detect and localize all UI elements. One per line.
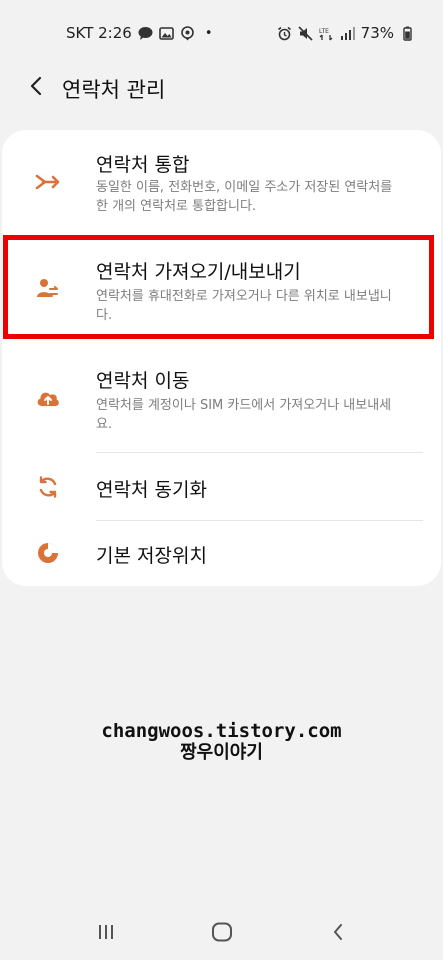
watermark-name: 짱우이야기: [180, 742, 263, 763]
settings-card: 연락처 통합 동일한 이름, 전화번호, 이메일 주소가 저장된 연락처를 한 …: [2, 130, 441, 586]
item-title: 연락처 통합: [96, 154, 190, 176]
item-desc: 동일한 이름, 전화번호, 이메일 주소가 저장된 연락처를 한 개의 연락처로…: [96, 180, 393, 214]
item-title: 연락처 이동: [96, 370, 190, 392]
alarm-icon: [277, 26, 292, 41]
app-bar: 연락처 관리: [0, 66, 443, 110]
cloud-upload-icon: [34, 384, 62, 412]
recent-apps-button[interactable]: [88, 918, 124, 950]
watermark-url: changwoos.tistory.com: [101, 720, 342, 742]
back-button[interactable]: [22, 74, 50, 102]
home-button[interactable]: [204, 918, 240, 950]
recent-apps-icon: [96, 923, 116, 945]
status-right: LTE 73%: [277, 24, 415, 42]
merge-icon: [34, 168, 62, 196]
svg-text:LTE: LTE: [319, 28, 329, 35]
default-storage-item[interactable]: 기본 저장위치: [2, 521, 441, 586]
merge-contacts-item[interactable]: 연락처 통합 동일한 이름, 전화번호, 이메일 주소가 저장된 연락처를 한 …: [2, 130, 441, 232]
storage-icon: [34, 539, 62, 567]
location-icon: [180, 25, 195, 41]
sync-contacts-item[interactable]: 연락처 동기화: [2, 453, 441, 521]
carrier-time: SKT 2:26: [66, 24, 132, 42]
watermark: changwoos.tistory.com 짱우이야기: [0, 720, 443, 764]
item-title: 기본 저장위치: [96, 545, 207, 567]
mute-icon: [298, 25, 313, 41]
navigation-bar: [0, 906, 443, 960]
item-title: 연락처 동기화: [96, 479, 207, 501]
gallery-icon: [159, 26, 174, 41]
status-left: SKT 2:26 •: [66, 24, 212, 42]
battery-percent: 73%: [360, 24, 394, 42]
lte-signal-icon: LTE: [319, 26, 334, 41]
battery-icon: [400, 26, 415, 41]
back-icon: [330, 922, 346, 946]
move-contacts-item[interactable]: 연락처 이동 연락처를 계정이나 SIM 카드에서 가져오거나 내보내세요.: [2, 342, 441, 450]
signal-bars-icon: [340, 26, 355, 41]
nav-back-button[interactable]: [320, 918, 356, 950]
sync-icon: [34, 473, 62, 501]
home-icon: [211, 922, 233, 946]
talk-bubble-icon: [138, 26, 153, 41]
page-title: 연락처 관리: [62, 78, 166, 102]
highlight-box: [3, 235, 434, 339]
notification-dot: •: [204, 25, 213, 41]
item-desc: 연락처를 계정이나 SIM 카드에서 가져오거나 내보내세요.: [96, 398, 392, 432]
chevron-left-icon: [28, 76, 44, 100]
status-bar: SKT 2:26 • LTE 73%: [0, 0, 443, 66]
